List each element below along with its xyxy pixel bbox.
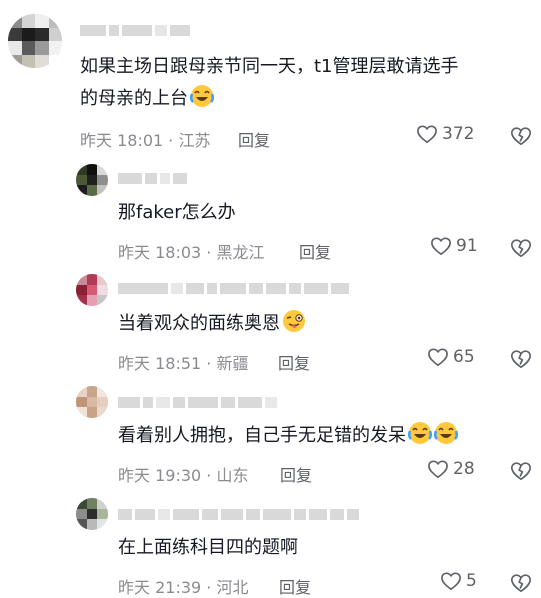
username-blurred[interactable]: [118, 394, 277, 410]
username-blurred[interactable]: [118, 506, 359, 522]
like-button[interactable]: 65: [427, 347, 475, 367]
comment-text: 如果主场日跟母亲节同一天，t1管理层敢请选手 的母亲的上台: [80, 56, 459, 109]
reply-button[interactable]: 回复: [299, 239, 331, 263]
avatar[interactable]: [76, 274, 108, 306]
comment-text: 那faker怎么办: [118, 202, 236, 223]
like-button[interactable]: 5: [440, 571, 477, 591]
laughing-crying-emoji-icon: [190, 85, 214, 107]
comment-meta: 昨天 18:01 · 江苏: [80, 131, 211, 150]
like-button[interactable]: 372: [416, 124, 474, 144]
heart-outline-icon: [441, 572, 461, 591]
avatar[interactable]: [76, 164, 108, 196]
heart-outline-icon: [428, 348, 448, 367]
comment-text: 看着别人拥抱，自己手无足错的发呆: [118, 420, 458, 452]
like-count: 91: [456, 236, 478, 256]
broken-heart-icon[interactable]: [510, 237, 532, 259]
heart-outline-icon: [431, 237, 451, 256]
reply-button[interactable]: 回复: [280, 462, 312, 486]
heart-outline-icon: [417, 125, 437, 144]
heart-outline-icon: [428, 460, 448, 479]
tongue-out-emoji-icon: [283, 310, 305, 332]
reply-button[interactable]: 回复: [278, 350, 310, 374]
comment-meta: 昨天 21:39 · 河北: [118, 578, 249, 597]
like-button[interactable]: 28: [427, 459, 475, 479]
broken-heart-icon[interactable]: [510, 460, 532, 482]
comment-text: 在上面练科目四的题啊: [118, 537, 298, 558]
like-button[interactable]: 91: [430, 236, 478, 256]
username-blurred[interactable]: [118, 280, 349, 296]
comment-item: 如果主场日跟母亲节同一天，t1管理层敢请选手 的母亲的上台 昨天 18:01 ·…: [0, 0, 541, 160]
like-count: 372: [442, 124, 475, 144]
like-count: 28: [453, 459, 475, 479]
avatar[interactable]: [76, 386, 108, 418]
reply-item: 那faker怎么办 昨天 18:03 · 黑龙江 回复 91: [0, 160, 541, 270]
laughing-crying-emoji-icon: [408, 422, 432, 444]
reply-item: 当着观众的面练奥恩 昨天 18:51 · 新疆 回复 65: [0, 270, 541, 382]
reply-item: 在上面练科目四的题啊 昨天 21:39 · 河北 回复 5: [0, 494, 541, 598]
broken-heart-icon[interactable]: [510, 348, 532, 370]
broken-heart-icon[interactable]: [510, 125, 532, 147]
comment-meta: 昨天 18:03 · 黑龙江: [118, 243, 265, 262]
broken-heart-icon[interactable]: [510, 572, 532, 594]
reply-button[interactable]: 回复: [238, 127, 270, 151]
reply-button[interactable]: 回复: [279, 574, 311, 598]
avatar[interactable]: [8, 14, 62, 68]
comment-meta: 昨天 18:51 · 新疆: [118, 354, 249, 373]
like-count: 65: [453, 347, 475, 367]
like-count: 5: [466, 571, 477, 591]
comment-text: 当着观众的面练奥恩: [118, 308, 306, 340]
reply-item: 看着别人拥抱，自己手无足错的发呆 昨天 19:30 · 山东 回复 28: [0, 382, 541, 494]
avatar[interactable]: [76, 498, 108, 530]
comment-meta: 昨天 19:30 · 山东: [118, 466, 249, 485]
laughing-crying-emoji-icon: [434, 422, 458, 444]
username-blurred[interactable]: [118, 170, 187, 186]
username-blurred[interactable]: [80, 22, 190, 38]
